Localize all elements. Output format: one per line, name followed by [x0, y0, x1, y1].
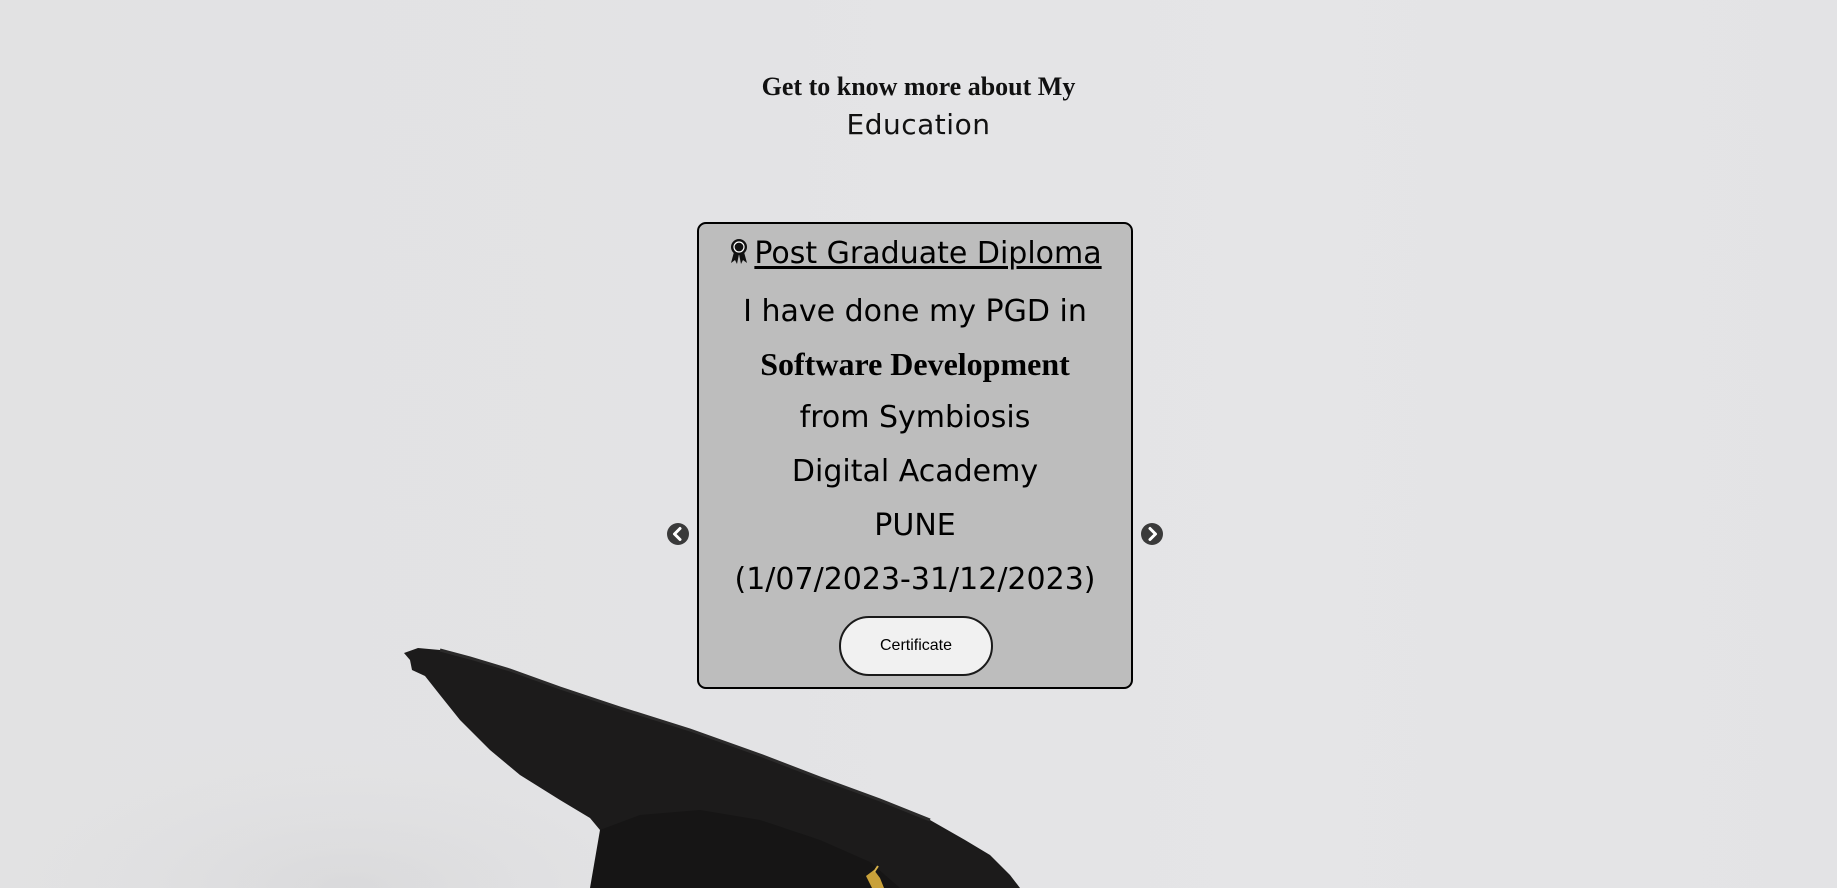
card-title-text: Post Graduate Diploma — [754, 236, 1102, 271]
card-line-6-dates: (1/07/2023-31/12/2023) — [734, 562, 1096, 597]
card-line-1: I have done my PGD in — [743, 294, 1087, 329]
section-heading: Get to know more about My — [761, 72, 1076, 101]
card-line-4: Digital Academy — [791, 454, 1039, 489]
medal-icon — [731, 239, 748, 264]
card-line-3: from Symbiosis — [799, 400, 1031, 435]
section-subheading: Education — [846, 108, 991, 141]
card-title: Post Graduate Diploma — [699, 236, 1131, 272]
chevron-circle-left-icon[interactable] — [666, 522, 690, 546]
education-card: Post Graduate Diploma I have done my PGD… — [697, 222, 1133, 689]
certificate-button[interactable]: Certificate — [839, 616, 993, 676]
card-line-2-program: Software Development — [760, 346, 1070, 382]
card-line-5-city: PUNE — [874, 508, 956, 543]
chevron-circle-right-icon[interactable] — [1140, 522, 1164, 546]
